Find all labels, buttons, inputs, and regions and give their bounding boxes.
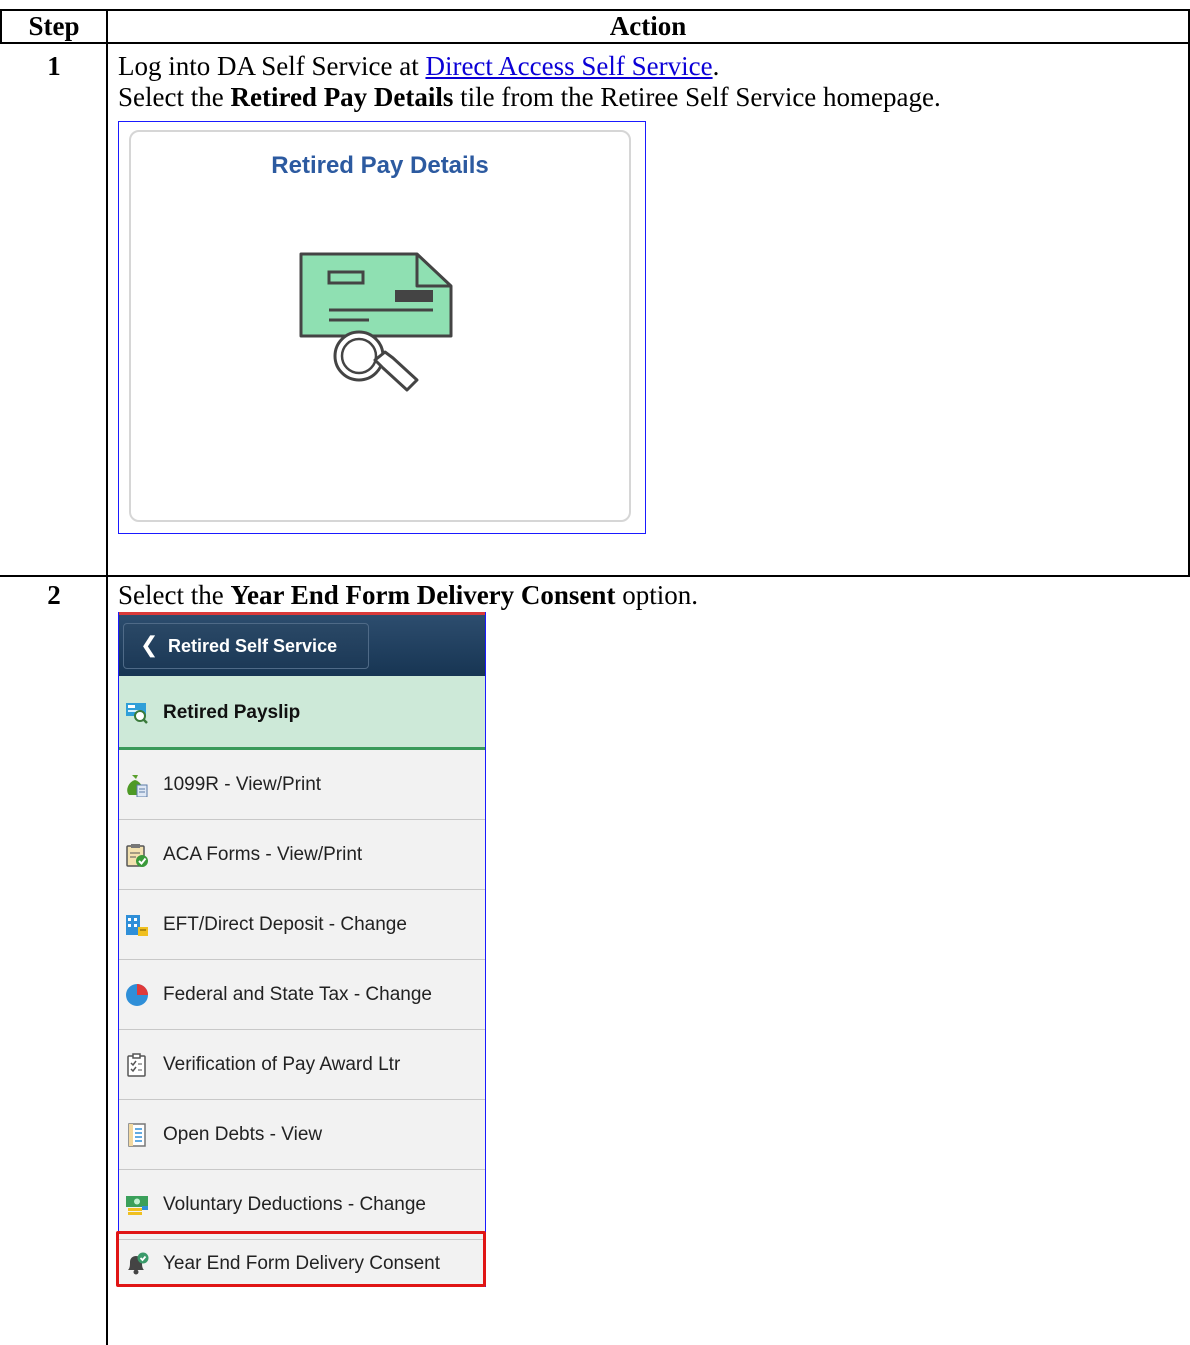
step2-line1-text: Select the — [118, 580, 231, 610]
step1-line1-period: . — [712, 51, 720, 81]
clipboard-check-icon — [125, 843, 149, 867]
menu-item-label: Federal and State Tax - Change — [163, 984, 432, 1005]
menu-item-label: EFT/Direct Deposit - Change — [163, 914, 407, 935]
payslip-icon — [125, 700, 149, 724]
step1-line2-rest: tile from the Retiree Self Service homep… — [453, 82, 941, 112]
menu-header: ❮ Retired Self Service — [119, 612, 485, 676]
step2-line1: Select the Year End Form Delivery Consen… — [118, 580, 698, 610]
menu-item-label: Retired Payslip — [163, 702, 301, 723]
step1-line1: Log into DA Self Service at Direct Acces… — [118, 51, 719, 81]
menu-item-open-debts[interactable]: Open Debts - View — [119, 1100, 485, 1170]
menu-item-tax[interactable]: Federal and State Tax - Change — [119, 960, 485, 1030]
menu-item-retired-payslip[interactable]: Retired Payslip — [119, 676, 485, 750]
step2-line1-rest: option. — [615, 580, 698, 610]
checklist-icon — [125, 1053, 149, 1077]
menu-item-label: Verification of Pay Award Ltr — [163, 1054, 401, 1075]
header-bottom-border — [0, 42, 1190, 44]
header-action: Action — [609, 11, 687, 41]
menu-item-label: Voluntary Deductions - Change — [163, 1194, 426, 1215]
highlight-box — [116, 1231, 486, 1287]
table-left-border-row2 — [0, 575, 2, 577]
money-bag-icon — [125, 773, 149, 798]
menu-item-label: ACA Forms - View/Print — [163, 844, 363, 865]
chevron-left-icon: ❮ — [140, 632, 159, 657]
tile-title: Retired Pay Details — [271, 152, 489, 179]
retired-pay-details-tile[interactable]: Retired Pay Details — [129, 130, 631, 522]
menu-item-voluntary-deductions[interactable]: Voluntary Deductions - Change — [119, 1170, 485, 1240]
menu-item-aca-forms[interactable]: ACA Forms - View/Print — [119, 820, 485, 890]
cash-icon — [125, 1193, 149, 1217]
step2-line1-bold: Year End Form Delivery Consent — [230, 580, 616, 610]
column-divider — [106, 9, 108, 1345]
menu-item-label: Open Debts - View — [163, 1124, 323, 1145]
tile-screenshot: Retired Pay Details — [118, 121, 646, 534]
step1-line2-bold: Retired Pay Details — [230, 82, 454, 112]
pie-chart-icon — [125, 983, 149, 1007]
step-number-2: 2 — [47, 580, 61, 610]
step1-line2: Select the Retired Pay Details tile from… — [118, 82, 941, 112]
check-magnifier-icon — [299, 252, 469, 397]
bank-icon — [125, 913, 149, 937]
direct-access-link[interactable]: Direct Access Self Service — [425, 51, 712, 81]
step1-line1-text: Log into DA Self Service at — [118, 51, 426, 81]
menu-item-eft[interactable]: EFT/Direct Deposit - Change — [119, 890, 485, 960]
back-button[interactable]: ❮ Retired Self Service — [123, 623, 369, 669]
document-list-icon — [125, 1123, 149, 1147]
menu-item-1099r[interactable]: 1099R - View/Print — [119, 750, 485, 820]
step1-line2-text: Select the — [118, 82, 231, 112]
menu-item-verification[interactable]: Verification of Pay Award Ltr — [119, 1030, 485, 1100]
step-number-1: 1 — [47, 51, 61, 81]
menu-item-label: 1099R - View/Print — [163, 774, 322, 795]
row1-bottom-border — [0, 575, 1190, 577]
header-step: Step — [28, 11, 80, 41]
back-button-label: Retired Self Service — [168, 636, 338, 656]
menu-screenshot: ❮ Retired Self Service Retired Payslip 1… — [116, 612, 486, 1287]
